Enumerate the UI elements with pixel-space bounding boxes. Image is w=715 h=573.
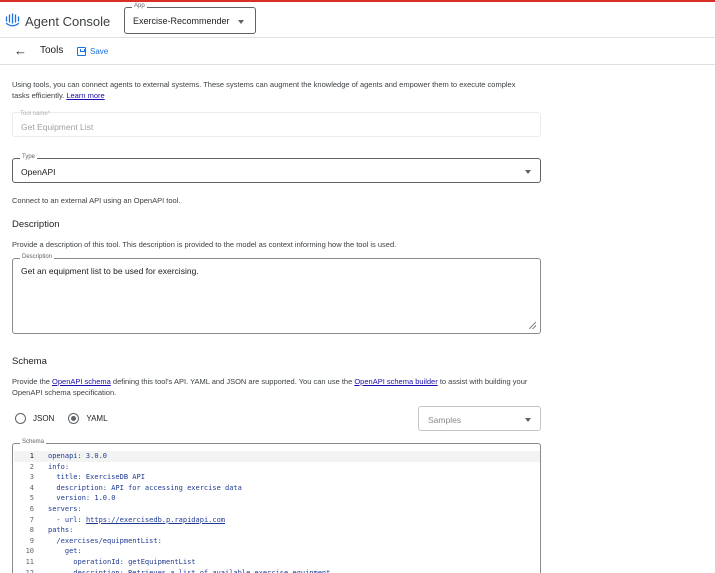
schema-code[interactable]: 1 openapi: 3.0.0 2 info: 3 title: ExerciseDB…	[14, 451, 540, 573]
code-text: description: API for accessing exercise …	[48, 483, 242, 492]
code-line[interactable]: 10 get:	[14, 546, 540, 557]
code-line[interactable]: 7 - url: https://exercisedb.p.rapidapi.c…	[14, 515, 540, 526]
code-url[interactable]: https://exercisedb.p.rapidapi.com	[86, 516, 225, 524]
yaml-radio[interactable]	[68, 413, 80, 424]
app-header: Agent Console App Exercise-Recommender	[0, 2, 715, 38]
code-line[interactable]: 9 /exercises/equipmentList:	[14, 536, 540, 547]
type-select-value: OpenAPI	[21, 167, 56, 177]
code-line[interactable]: 3 title: ExerciseDB API	[14, 472, 540, 483]
line-number: 11	[25, 557, 34, 566]
code-line[interactable]: 11 operationId: getEquipmentList	[14, 557, 540, 568]
json-radio-label[interactable]: JSON	[33, 414, 54, 423]
tool-name-value: Get Equipment List	[21, 122, 94, 132]
line-number: 10	[25, 547, 34, 556]
caret-down-icon	[525, 418, 531, 422]
caret-down-icon	[525, 170, 531, 174]
openapi-schema-link[interactable]: OpenAPI schema	[52, 377, 111, 386]
code-text: /exercises/equipmentList:	[48, 536, 162, 545]
description-heading: Description	[12, 219, 60, 230]
code-line[interactable]: 1 openapi: 3.0.0	[14, 451, 540, 462]
code-line[interactable]: 12 description: Retrieves a list of avai…	[14, 568, 540, 573]
line-number: 9	[29, 536, 34, 545]
type-select-label: Type	[20, 154, 38, 160]
line-number: 6	[29, 504, 34, 513]
intro-text: Using tools, you can connect agents to e…	[12, 79, 532, 101]
schema-heading: Schema	[12, 356, 47, 367]
code-line[interactable]: 5 version: 1.0.0	[14, 493, 540, 504]
format-radio-group: JSON YAML	[15, 413, 122, 424]
code-line[interactable]: 2 info:	[14, 462, 540, 473]
line-number: 8	[29, 526, 34, 535]
line-number: 1	[29, 452, 34, 460]
agent-console-logo-icon	[5, 13, 20, 27]
page-toolbar: ← Tools Save	[0, 39, 715, 65]
type-hint: Connect to an external API using an Open…	[12, 196, 181, 205]
line-number: 12	[25, 568, 34, 573]
code-text: info:	[48, 462, 70, 471]
code-text: - url: https://exercisedb.p.rapidapi.com	[48, 515, 226, 524]
code-text: servers:	[48, 504, 82, 513]
code-text: openapi: 3.0.0	[48, 452, 108, 460]
line-number: 7	[29, 515, 34, 524]
description-field-label: Description	[20, 254, 55, 260]
schema-editor[interactable]: Schema 1 openapi: 3.0.0 2 info: 3 title: Exe…	[12, 439, 541, 573]
code-text: get:	[48, 547, 82, 556]
yaml-radio-label[interactable]: YAML	[86, 414, 107, 423]
tool-name-label: Tool name*	[20, 111, 51, 117]
schema-help-text: Provide the	[12, 377, 53, 386]
schema-field-label: Schema	[20, 439, 47, 445]
save-icon	[77, 46, 86, 56]
learn-more-link[interactable]: Learn more	[66, 91, 104, 100]
resize-handle-icon[interactable]	[529, 322, 536, 329]
save-button-label: Save	[90, 46, 109, 56]
type-select[interactable]: Type OpenAPI	[12, 154, 541, 183]
code-line[interactable]: 4 description: API for accessing exercis…	[14, 483, 540, 494]
line-number: 5	[29, 494, 34, 503]
description-help: Provide a description of this tool. This…	[12, 240, 397, 249]
code-text: version: 1.0.0	[48, 494, 116, 503]
tool-name-field[interactable]: Tool name* Get Equipment List	[12, 111, 541, 137]
app-selector-label: App	[132, 3, 147, 9]
samples-placeholder: Samples	[428, 415, 462, 425]
code-line[interactable]: 6 servers:	[14, 504, 540, 515]
openapi-schema-builder-link[interactable]: OpenAPI schema builder	[354, 377, 437, 386]
code-text: paths:	[48, 526, 74, 535]
code-line[interactable]: 8 paths:	[14, 525, 540, 536]
code-text: title: ExerciseDB API	[48, 473, 145, 482]
description-textarea[interactable]: Description Get an equipment list to be …	[12, 254, 541, 334]
app-selector-value: Exercise-Recommender	[133, 16, 230, 26]
samples-select[interactable]: Samples	[418, 406, 541, 431]
schema-help: Provide the OpenAPI schema defining this…	[12, 376, 547, 398]
brand-title: Agent Console	[25, 14, 111, 29]
save-button[interactable]: Save	[77, 45, 108, 57]
caret-down-icon	[238, 20, 244, 24]
schema-help-text: defining this tool's API. YAML and JSON …	[110, 377, 355, 386]
code-text: operationId: getEquipmentList	[48, 557, 196, 566]
description-value: Get an equipment list to be used for exe…	[21, 266, 199, 276]
code-text: description: Retrieves a list of availab…	[48, 568, 335, 573]
line-number: 4	[29, 483, 34, 492]
page-title: Tools	[40, 45, 64, 56]
app-selector[interactable]: App Exercise-Recommender	[124, 3, 256, 34]
line-number: 3	[29, 473, 34, 482]
json-radio[interactable]	[15, 413, 26, 424]
line-number: 2	[29, 462, 34, 471]
back-arrow-icon[interactable]: ←	[14, 44, 27, 58]
